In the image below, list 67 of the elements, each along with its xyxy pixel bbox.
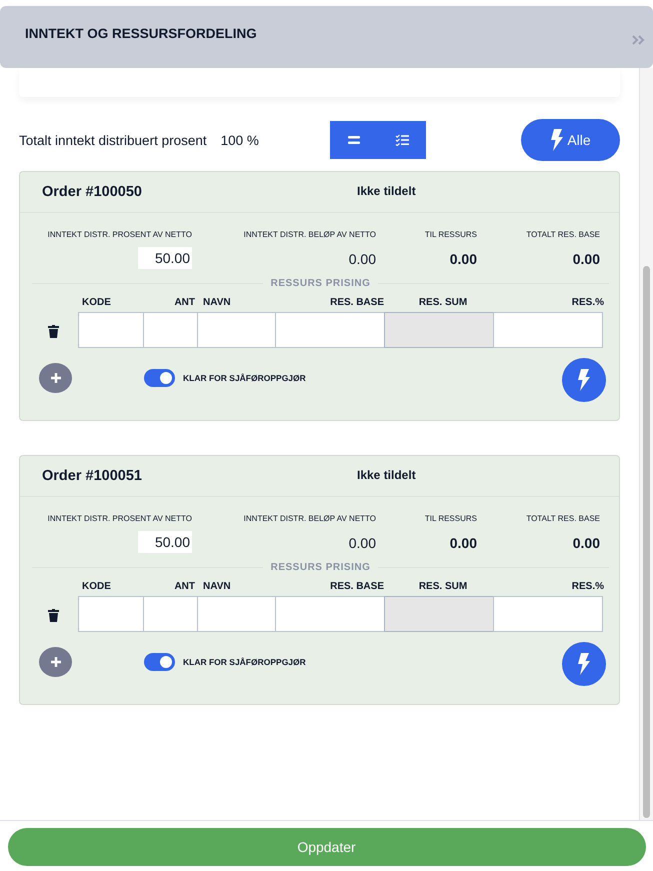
toggle-switch[interactable] xyxy=(144,369,175,387)
percent-input[interactable]: 50.00 xyxy=(138,531,192,553)
table-input[interactable] xyxy=(78,312,144,348)
double-chevron-icon[interactable] xyxy=(631,34,645,46)
table-input[interactable] xyxy=(197,312,276,348)
lightning-button[interactable] xyxy=(562,642,606,686)
column-header: RES.% xyxy=(570,297,605,310)
column-header: RES. BASE xyxy=(329,297,385,310)
trash-icon[interactable] xyxy=(48,609,59,622)
stat-label: TOTALT RES. BASE xyxy=(526,514,600,525)
toggle-label: KLAR FOR SJÅFØROPPGJØR xyxy=(183,373,306,383)
stat-label: TIL RESSURS xyxy=(424,230,477,241)
percent-input[interactable]: 50.00 xyxy=(138,247,192,269)
column-header: NAVN xyxy=(202,297,232,310)
section-title: RESSURS PRISING xyxy=(270,562,370,573)
trash-icon[interactable] xyxy=(48,325,59,338)
stat-label: INNTEKT DISTR. BELØP AV NETTO xyxy=(244,514,376,525)
column-header: KODE xyxy=(81,297,112,310)
column-header: NAVN xyxy=(202,581,232,594)
column-header: RES.% xyxy=(570,581,605,594)
plus-icon xyxy=(50,656,62,668)
add-button[interactable] xyxy=(39,363,72,393)
column-header: ANT xyxy=(173,581,196,594)
stat-value: 0.00 xyxy=(348,535,376,551)
table-input[interactable] xyxy=(275,312,385,348)
table-input[interactable] xyxy=(197,596,276,632)
checklist-icon xyxy=(394,134,409,146)
add-button[interactable] xyxy=(39,647,72,677)
lightning-icon xyxy=(577,369,591,391)
summary-label: Totalt inntekt distribuert prosent xyxy=(19,132,207,148)
stat-value: 0.00 xyxy=(348,251,376,267)
table-input[interactable] xyxy=(143,312,198,348)
stat-value: 0.00 xyxy=(450,251,477,267)
column-header: ANT xyxy=(173,297,196,310)
lightning-icon xyxy=(577,653,591,675)
table-input[interactable] xyxy=(493,312,603,348)
toggle-label: KLAR FOR SJÅFØROPPGJØR xyxy=(183,657,306,667)
lightning-button[interactable] xyxy=(562,358,606,402)
lightning-icon xyxy=(550,129,564,151)
order-status: Ikke tildelt xyxy=(357,468,416,482)
section-title: RESSURS PRISING xyxy=(270,278,370,289)
column-header: RES. SUM xyxy=(418,581,468,594)
stat-value: 0.00 xyxy=(450,535,477,551)
order-title: Order #100051 xyxy=(42,468,143,484)
table-input[interactable] xyxy=(493,596,603,632)
stat-label: TOTALT RES. BASE xyxy=(526,230,600,241)
apply-all-button[interactable]: Alle xyxy=(521,119,620,161)
stat-label: TIL RESSURS xyxy=(424,514,477,525)
equals-icon xyxy=(346,135,361,145)
stat-label: INNTEKT DISTR. PROSENT AV NETTO xyxy=(48,514,192,525)
table-input[interactable] xyxy=(78,596,144,632)
toggle-switch[interactable] xyxy=(144,653,175,671)
stat-value: 0.00 xyxy=(572,251,600,267)
table-input[interactable] xyxy=(143,596,198,632)
stat-label: INNTEKT DISTR. BELØP AV NETTO xyxy=(244,230,376,241)
column-header: RES. BASE xyxy=(329,581,385,594)
scrollbar[interactable] xyxy=(639,68,653,820)
order-title: Order #100050 xyxy=(42,184,143,200)
stat-label: INNTEKT DISTR. PROSENT AV NETTO xyxy=(48,230,192,241)
column-header: KODE xyxy=(81,581,112,594)
table-input[interactable] xyxy=(275,596,385,632)
plus-icon xyxy=(50,372,62,384)
summary-value: 100 % xyxy=(220,132,259,148)
section-header[interactable]: INNTEKT OG RESSURSFORDELING xyxy=(0,6,653,68)
order-status: Ikke tildelt xyxy=(357,184,416,198)
column-header: RES. SUM xyxy=(418,297,468,310)
stat-value: 0.00 xyxy=(572,535,600,551)
